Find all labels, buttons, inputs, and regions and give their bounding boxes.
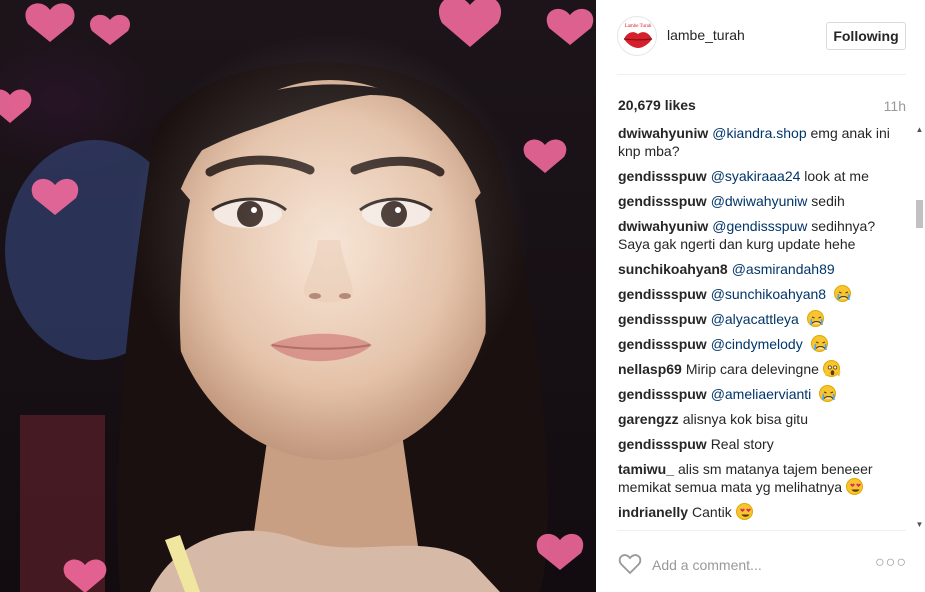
crying-emoji-icon	[819, 385, 837, 402]
comment-username[interactable]: sunchikoahyan8	[618, 261, 728, 277]
comment-item: gendissspuw @ameliaervianti	[618, 385, 908, 403]
comment-item: dwiwahyuniw @kiandra.shop emg anak ini kn…	[618, 124, 908, 160]
post-details-panel: Lambe Turah lambe_turah Following 20,679…	[596, 0, 925, 592]
comment-mention[interactable]: @ameliaervianti	[711, 386, 812, 402]
avatar[interactable]: Lambe Turah	[617, 16, 657, 56]
comment-item: indrianelly Cantik	[618, 503, 908, 521]
comment-mention[interactable]: @sunchikoahyan8	[711, 286, 826, 302]
more-options-icon[interactable]: ○○○	[875, 554, 907, 572]
following-button[interactable]: Following	[826, 22, 906, 50]
comment-item: tamiwu_ alis sm matanya tajem beneeer mem…	[618, 460, 908, 496]
scroll-down-icon[interactable]: ▼	[914, 519, 925, 530]
comment-item: gendissspuw @dwiwahyuniw sedih	[618, 192, 908, 210]
comment-item: sunchikoahyan8 @asmirandah89	[618, 260, 908, 278]
comment-username[interactable]: gendissspuw	[618, 168, 707, 184]
heart-eyes-emoji-icon	[846, 478, 864, 495]
comment-item: gendissspuw @cindymelody	[618, 335, 908, 353]
comment-item: dwiwahyuniw @gendissspuw sedihnya? Saya g…	[618, 217, 908, 253]
comment-username[interactable]: gendissspuw	[618, 386, 707, 402]
comment-scrollbar[interactable]: ▲ ▼	[914, 124, 925, 530]
add-comment-bar: ○○○	[596, 540, 925, 590]
comment-username[interactable]: dwiwahyuniw	[618, 125, 708, 141]
photo-illustration	[0, 0, 594, 592]
comment-item: gendissspuw @sunchikoahyan8	[618, 285, 908, 303]
scroll-thumb[interactable]	[916, 200, 923, 228]
comment-username[interactable]: gendissspuw	[618, 436, 707, 452]
comment-username[interactable]: gendissspuw	[618, 286, 707, 302]
comment-mention[interactable]: @kiandra.shop	[712, 125, 806, 141]
comment-list: dwiwahyuniw @kiandra.shop emg anak ini kn…	[618, 124, 908, 524]
post-timestamp[interactable]: 11h	[884, 98, 906, 114]
like-count[interactable]: 20,679 likes	[618, 97, 696, 113]
comment-username[interactable]: garengzz	[618, 411, 679, 427]
scroll-up-icon[interactable]: ▲	[914, 124, 925, 135]
comment-text: Real story	[710, 436, 774, 452]
comment-text: Mirip cara delevingne	[685, 361, 819, 377]
comment-username[interactable]: tamiwu_	[618, 461, 674, 477]
lips-logo-icon: Lambe Turah	[623, 24, 653, 48]
comment-mention[interactable]: @dwiwahyuniw	[711, 193, 808, 209]
comment-mention[interactable]: @gendissspuw	[712, 218, 807, 234]
comment-username[interactable]: gendissspuw	[618, 311, 707, 327]
post-header: Lambe Turah lambe_turah Following	[596, 0, 925, 74]
divider	[617, 530, 906, 531]
post-username[interactable]: lambe_turah	[667, 27, 745, 43]
comment-mention[interactable]: @alyacattleya	[711, 311, 799, 327]
crying-emoji-icon	[833, 285, 851, 302]
comment-username[interactable]: gendissspuw	[618, 193, 707, 209]
comment-text: look at me	[804, 168, 869, 184]
comment-mention[interactable]: @syakiraaa24	[711, 168, 801, 184]
svg-text:Lambe Turah: Lambe Turah	[625, 24, 652, 29]
comment-text: sedih	[811, 193, 845, 209]
comment-item: gendissspuw @alyacattleya	[618, 310, 908, 328]
comment-text: alisnya kok bisa gitu	[682, 411, 808, 427]
comment-item: garengzz alisnya kok bisa gitu	[618, 410, 908, 428]
comment-username[interactable]: indrianelly	[618, 504, 688, 520]
comment-mention[interactable]: @asmirandah89	[732, 261, 835, 277]
comment-item: nellasp69 Mirip cara delevingne	[618, 360, 908, 378]
heart-outline-icon[interactable]	[618, 553, 642, 575]
crying-emoji-icon	[810, 335, 828, 352]
comment-item: gendissspuw Real story	[618, 435, 908, 453]
screaming-emoji-icon	[822, 360, 841, 377]
comment-mention[interactable]: @cindymelody	[711, 336, 803, 352]
post-photo[interactable]	[0, 0, 596, 592]
comment-username[interactable]: nellasp69	[618, 361, 682, 377]
add-comment-input[interactable]	[652, 554, 862, 576]
crying-emoji-icon	[806, 310, 824, 327]
comment-item: gendissspuw @syakiraaa24 look at me	[618, 167, 908, 185]
divider	[617, 74, 906, 75]
comment-username[interactable]: dwiwahyuniw	[618, 218, 708, 234]
comment-text: Cantik	[692, 504, 732, 520]
heart-eyes-emoji-icon	[735, 503, 753, 520]
comment-username[interactable]: gendissspuw	[618, 336, 707, 352]
